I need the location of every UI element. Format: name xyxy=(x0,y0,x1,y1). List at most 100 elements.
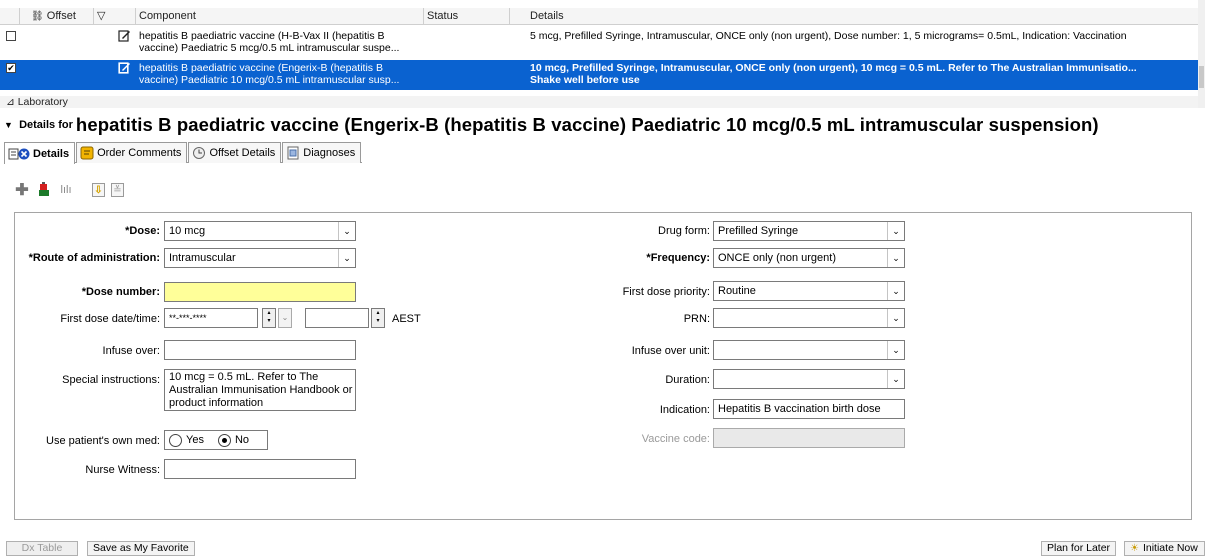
collapse-arrow-icon[interactable]: ▼ xyxy=(4,120,16,130)
grid-header-filter[interactable]: ▽ xyxy=(94,8,136,25)
section-laboratory[interactable]: ⊿ Laboratory xyxy=(0,96,1198,108)
indication-input[interactable]: Hepatitis B vaccination birth dose xyxy=(713,399,905,419)
own-med-yes-label[interactable]: Yes xyxy=(186,434,204,446)
row-component-line1: hepatitis B paediatric vaccine (H-B-Vax … xyxy=(139,30,385,42)
own-med-yes-radio[interactable] xyxy=(169,433,182,447)
pill-link-icon: ⛓ xyxy=(31,11,44,22)
row-component-line2: vaccine) Paediatric 10 mcg/0.5 mL intram… xyxy=(139,74,400,86)
chevron-down-icon[interactable]: ⌄ xyxy=(338,249,355,267)
route-select[interactable]: Intramuscular ⌄ xyxy=(164,248,356,268)
dose-label: *Dose: xyxy=(125,225,160,237)
drug-form-select[interactable]: Prefilled Syringe ⌄ xyxy=(713,221,905,241)
tab-details[interactable]: Details xyxy=(4,142,76,164)
nurse-witness-input[interactable] xyxy=(164,459,356,479)
dx-table-button: Dx Table xyxy=(6,541,78,556)
chevron-down-icon[interactable]: ⌄ xyxy=(887,222,904,240)
dose-number-input[interactable] xyxy=(164,282,356,302)
drug-form-label: Drug form: xyxy=(658,225,710,237)
infuse-unit-label: Infuse over unit: xyxy=(631,345,710,357)
dose-value: 10 mcg xyxy=(169,225,206,237)
chevron-down-icon[interactable]: ⌄ xyxy=(887,282,904,300)
tab-label: Details xyxy=(33,147,70,160)
details-for-label: Details for xyxy=(19,119,73,131)
own-med-label: Use patient's own med: xyxy=(46,435,160,447)
row-component-line1: hepatitis B paediatric vaccine (Engerix-… xyxy=(139,62,383,74)
details-header: ▼ Details for hepatitis B paediatric vac… xyxy=(0,114,1205,136)
order-sentence-icon xyxy=(118,30,130,42)
row-checkbox[interactable] xyxy=(6,31,16,41)
infuse-over-input[interactable] xyxy=(164,340,356,360)
chevron-double-down-icon[interactable]: ≚ xyxy=(111,183,124,197)
dose-number-label: *Dose number: xyxy=(81,286,160,298)
grid-header-spacer xyxy=(0,8,20,25)
details-tabs: Details Order Comments Offset Details Di… xyxy=(4,142,363,164)
row-details-line1: 5 mcg, Prefilled Syringe, Intramuscular,… xyxy=(530,30,1127,42)
medication-icon[interactable] xyxy=(36,182,52,198)
first-dose-time-input[interactable] xyxy=(305,308,369,328)
first-dose-date-input[interactable]: **-***-**** xyxy=(164,308,258,328)
details-title: hepatitis B paediatric vaccine (Engerix-… xyxy=(75,114,1099,135)
grid-header-details[interactable]: Details xyxy=(510,8,1198,25)
grid-header-offset[interactable]: ⛓ Offset xyxy=(28,8,94,25)
chevron-down-icon[interactable]: ⌄ xyxy=(887,309,904,327)
save-favorite-button[interactable]: Save as My Favorite xyxy=(87,541,195,556)
grid-header-component[interactable]: Component xyxy=(136,8,424,25)
prn-select[interactable]: ⌄ xyxy=(713,308,905,328)
order-row-engerix[interactable]: ✔ hepatitis B paediatric vaccine (Engeri… xyxy=(0,60,1198,90)
row-details-line1: 10 mcg, Prefilled Syringe, Intramuscular… xyxy=(530,62,1137,74)
infuse-unit-select[interactable]: ⌄ xyxy=(713,340,905,360)
order-row-hbvax[interactable]: hepatitis B paediatric vaccine (H-B-Vax … xyxy=(0,28,1198,58)
frequency-label: *Frequency: xyxy=(646,252,710,264)
grid-scrollbar[interactable] xyxy=(1198,0,1205,108)
details-icon xyxy=(8,148,30,159)
initiate-now-button[interactable]: ☀ Initiate Now xyxy=(1124,541,1205,556)
priority-label: First dose priority: xyxy=(622,286,710,298)
chevron-down-icon[interactable]: ⌄ xyxy=(887,370,904,388)
tab-diagnoses[interactable]: Diagnoses xyxy=(282,142,362,163)
dose-select[interactable]: 10 mcg ⌄ xyxy=(164,221,356,241)
chevron-down-icon[interactable]: ⌄ xyxy=(887,341,904,359)
route-value: Intramuscular xyxy=(169,252,236,264)
tab-label: Offset Details xyxy=(209,147,276,159)
lightbulb-icon: ☀ xyxy=(1130,543,1139,554)
tab-label: Diagnoses xyxy=(303,147,356,159)
plan-later-button[interactable]: Plan for Later xyxy=(1041,541,1117,556)
infuse-over-label: Infuse over: xyxy=(102,345,160,357)
add-icon[interactable]: ✚ xyxy=(14,182,30,199)
row-checkbox-checked[interactable]: ✔ xyxy=(6,63,16,73)
chart-bars-icon[interactable]: lılı xyxy=(58,182,74,198)
calendar-dropdown-icon[interactable]: ⌄ xyxy=(278,308,292,328)
row-component-line2: vaccine) Paediatric 5 mcg/0.5 mL intramu… xyxy=(139,42,400,54)
tab-order-comments[interactable]: Order Comments xyxy=(76,142,188,163)
chevron-down-icon[interactable]: ⌄ xyxy=(887,249,904,267)
tab-label: Order Comments xyxy=(97,147,182,159)
prn-label: PRN: xyxy=(683,313,710,325)
arrow-down-icon[interactable]: ⇩ xyxy=(92,183,105,197)
row-details-line2: Shake well before use xyxy=(530,74,640,86)
date-spinner[interactable]: ▴ ▾ xyxy=(262,308,276,328)
time-spinner[interactable]: ▴ ▾ xyxy=(371,308,385,328)
special-instructions-textarea[interactable]: 10 mcg = 0.5 mL. Refer to The Australian… xyxy=(164,369,356,411)
clock-icon xyxy=(193,147,206,159)
scrollbar-thumb[interactable] xyxy=(1199,66,1204,88)
indication-label: Indication: xyxy=(659,404,710,416)
diagnoses-icon xyxy=(287,146,299,160)
priority-select[interactable]: Routine ⌄ xyxy=(713,281,905,301)
own-med-no-label[interactable]: No xyxy=(235,434,249,446)
duration-select[interactable]: ⌄ xyxy=(713,369,905,389)
timezone-label: AEST xyxy=(392,313,421,325)
details-toolbar: ✚ lılı ⇩ ≚ xyxy=(14,180,124,200)
order-sentence-icon xyxy=(118,62,130,74)
grid-header-status[interactable]: Status xyxy=(424,8,510,25)
orders-grid: ⛓ Offset ▽ Component Status Details hepa… xyxy=(0,0,1205,108)
frequency-value: ONCE only (non urgent) xyxy=(718,252,836,264)
frequency-select[interactable]: ONCE only (non urgent) ⌄ xyxy=(713,248,905,268)
chevron-down-icon[interactable]: ⌄ xyxy=(338,222,355,240)
filter-icon: ▽ xyxy=(97,10,106,22)
own-med-no-radio[interactable] xyxy=(217,433,231,447)
special-instructions-label: Special instructions: xyxy=(62,374,160,386)
duration-label: Duration: xyxy=(665,374,710,386)
route-label: *Route of administration: xyxy=(28,252,160,264)
tab-offset-details[interactable]: Offset Details xyxy=(188,142,282,163)
vaccine-code-label: Vaccine code: xyxy=(641,433,710,445)
